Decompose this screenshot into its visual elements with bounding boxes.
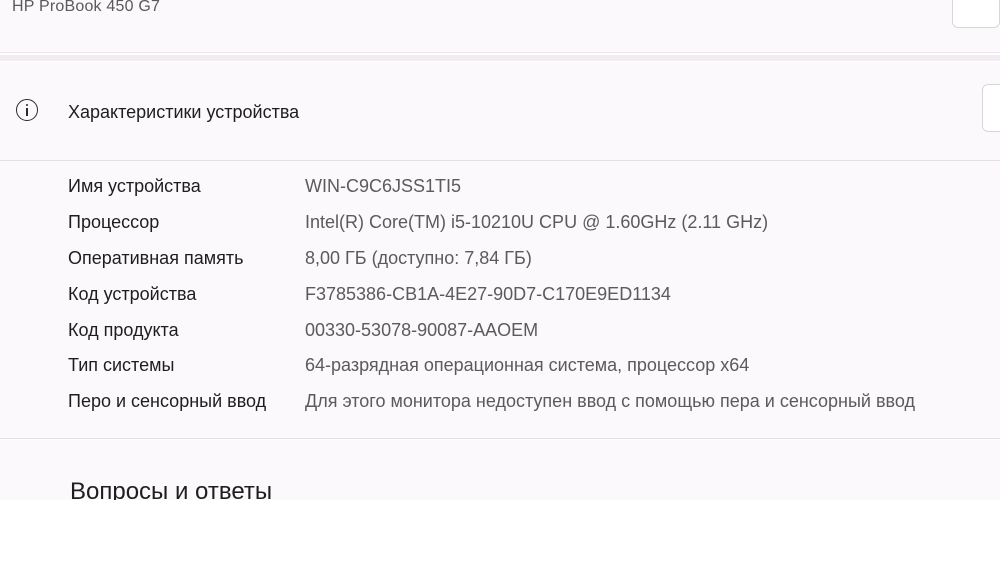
spec-label: Имя устройства: [68, 176, 201, 196]
info-icon: [16, 99, 38, 121]
about-page: HP ProBook 450 G7 Характеристики устройс…: [0, 0, 1000, 563]
copy-button[interactable]: [982, 84, 1000, 132]
specifications-title: Характеристики устройства: [68, 102, 300, 122]
spec-value: F3785386-CB1A-4E27-90D7-C170E9ED1134: [305, 283, 671, 304]
spec-label: Оперативная память: [68, 247, 244, 268]
specifications-header[interactable]: Характеристики устройства: [0, 62, 1000, 161]
spec-label: Код устройства: [68, 283, 197, 304]
faq-title: Вопросы и ответы: [70, 478, 273, 500]
device-specifications-card: Характеристики устройства Имя устройства…: [0, 62, 1000, 439]
spec-label: Процессор: [68, 211, 160, 232]
spec-row-product-id: Код продукта 00330-53078-90087-AAOEM: [0, 320, 1000, 356]
spec-row-device-name: Имя устройства WIN-C9C6JSS1TI5: [0, 176, 1000, 212]
blank-area: [0, 500, 1000, 563]
spec-row-system-type: Тип системы 64-разрядная операционная си…: [0, 355, 1000, 391]
section-divider: [0, 55, 1000, 61]
device-model-name: HP ProBook 450 G7: [12, 0, 161, 15]
spec-value: WIN-C9C6JSS1TI5: [305, 176, 462, 196]
spec-row-pen-touch: Перо и сенсорный ввод Для этого монитора…: [0, 391, 1000, 427]
rename-button[interactable]: [952, 0, 1000, 28]
spec-label: Код продукта: [68, 319, 179, 340]
spec-label: Перо и сенсорный ввод: [68, 391, 267, 412]
spec-label: Тип системы: [68, 355, 175, 376]
spec-value: 64-разрядная операционная система, проце…: [305, 355, 750, 376]
spec-value: Intel(R) Core(TM) i5-10210U CPU @ 1.60GH…: [305, 211, 769, 232]
spec-row-ram: Оперативная память 8,00 ГБ (доступно: 7,…: [0, 248, 1000, 284]
spec-value: 8,00 ГБ (доступно: 7,84 ГБ): [305, 247, 532, 268]
spec-value: Для этого монитора недоступен ввод с пом…: [305, 391, 915, 412]
faq-section: Вопросы и ответы: [0, 440, 1000, 500]
device-header-card: HP ProBook 450 G7: [0, 0, 1000, 53]
specifications-list: Имя устройства WIN-C9C6JSS1TI5 Процессор…: [0, 176, 1000, 427]
spec-row-device-id: Код устройства F3785386-CB1A-4E27-90D7-C…: [0, 284, 1000, 320]
spec-value: 00330-53078-90087-AAOEM: [305, 319, 539, 340]
spec-row-processor: Процессор Intel(R) Core(TM) i5-10210U CP…: [0, 212, 1000, 248]
